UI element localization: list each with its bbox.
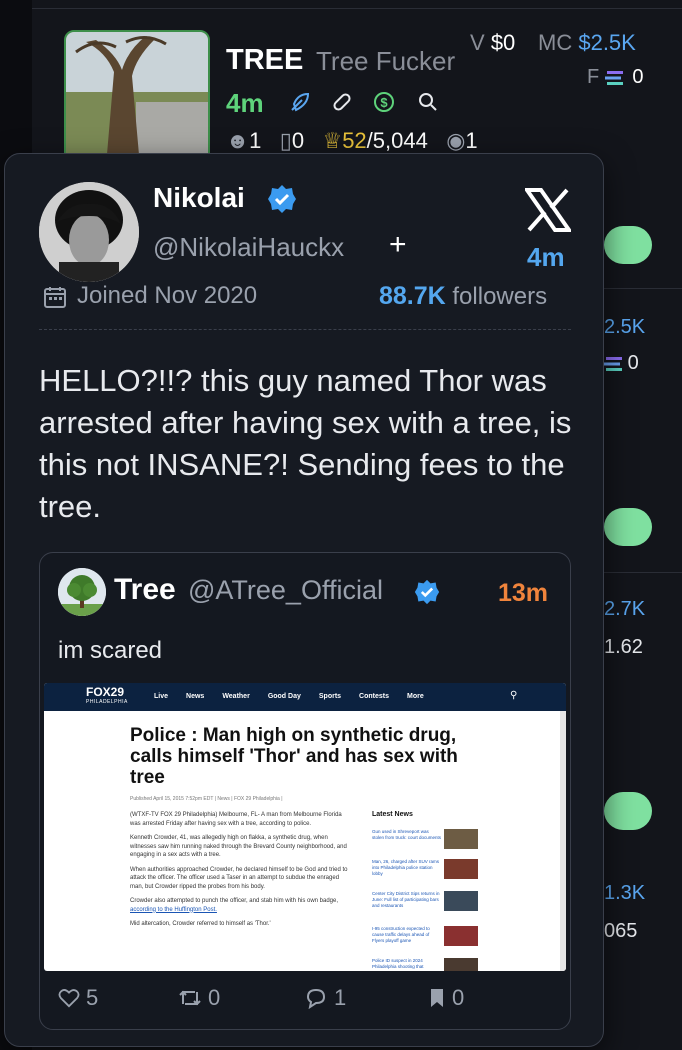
verified-badge-icon: [268, 185, 296, 213]
fee-value: 065: [604, 920, 638, 942]
tweet-body-text: HELLO?!!? this guy named Thor was arrest…: [39, 363, 572, 524]
holders-icon: ☻: [226, 128, 250, 153]
article-headline: Police : Man high on synthetic drug, cal…: [130, 725, 458, 788]
volume-stat: V $0: [470, 30, 516, 55]
tweet-preview-card[interactable]: Nikolai @NikolaiHauckx + 4m Joined Nov 2…: [4, 153, 604, 1047]
quoted-author-name[interactable]: Tree: [114, 573, 176, 607]
svg-text:$: $: [380, 95, 388, 110]
quoted-tweet-text: im scared: [58, 637, 163, 664]
bookmark-button[interactable]: 0: [428, 985, 464, 1011]
divider: [39, 329, 571, 330]
like-button[interactable]: 5: [58, 985, 98, 1011]
token-image[interactable]: [64, 30, 210, 164]
joined-date: Joined Nov 2020: [77, 282, 258, 309]
followers-count: 88.7K followers: [379, 282, 548, 310]
author-avatar[interactable]: [39, 182, 139, 282]
token-name: Tree Fucker: [316, 46, 456, 76]
row-divider: [32, 8, 682, 9]
quoted-tweet[interactable]: Tree @ATree_Official 13m im scared FOX29…: [39, 552, 571, 1030]
article-screenshot[interactable]: FOX29 PHILADELPHIA Live News Weather Good Da…: [44, 683, 566, 971]
search-icon: ⚲: [510, 690, 518, 701]
article-meta: Published April 15, 2015 7:52pm EDT | Ne…: [130, 796, 283, 802]
reply-button[interactable]: 1: [304, 985, 346, 1011]
quick-buy-button[interactable]: [604, 226, 652, 264]
market-cap-value: 1.3K: [604, 882, 646, 904]
token-ticker: TREE: [226, 44, 304, 76]
quoted-author-avatar[interactable]: [58, 568, 106, 616]
tweet-time: 4m: [527, 242, 565, 272]
article-nav-links: Live News Weather Good Day Sports Contests Mor…: [154, 693, 424, 700]
search-icon[interactable]: [416, 90, 440, 114]
market-cap-stat: MC $2.5K: [538, 30, 636, 55]
reply-icon: [306, 988, 326, 1009]
eye-icon: ◉: [446, 128, 466, 153]
token-stats-row: ☻1 ▯0 ♕52/5,044 ◉1: [226, 128, 478, 153]
solana-icon: [604, 356, 622, 371]
token-age: 4m: [226, 88, 264, 118]
article-body: (WTXF-TV FOX 29 Philadelphia) Melbourne,…: [130, 812, 348, 927]
latest-news-heading: Latest News: [372, 811, 413, 818]
retweet-icon: [179, 990, 201, 1006]
retweet-button[interactable]: 0: [178, 985, 220, 1011]
solana-icon: [604, 70, 623, 85]
quick-buy-button[interactable]: [604, 508, 652, 546]
dollar-cycle-icon[interactable]: $: [372, 90, 396, 114]
quoted-tweet-time: 13m: [498, 579, 549, 607]
x-logo-icon[interactable]: [525, 188, 571, 232]
link-icon[interactable]: [330, 90, 354, 114]
fee-stat: F 0: [587, 66, 644, 88]
author-name[interactable]: Nikolai: [153, 182, 245, 214]
crown-icon: ♕: [322, 128, 343, 153]
quick-buy-button[interactable]: [604, 792, 652, 830]
tweet-action-bar: 5 0 1 0: [40, 985, 570, 1015]
fee-value: 1.62: [604, 636, 643, 658]
verified-badge-icon: [414, 579, 440, 605]
candles-icon: ▯: [279, 128, 292, 153]
feather-icon[interactable]: [288, 90, 312, 114]
scrollbar: [560, 711, 566, 971]
calendar-icon: [44, 287, 66, 308]
market-cap-value: 2.7K: [604, 598, 646, 620]
follow-plus-button[interactable]: +: [389, 228, 407, 262]
quoted-author-handle[interactable]: @ATree_Official: [188, 575, 383, 606]
article-nav-bar: FOX29 PHILADELPHIA Live News Weather Good Da…: [44, 683, 566, 711]
heart-icon: [58, 989, 80, 1008]
fox29-logo: FOX29 PHILADELPHIA: [86, 685, 128, 705]
author-handle[interactable]: @NikolaiHauckx: [153, 232, 344, 263]
fee-value: 0: [604, 352, 639, 375]
market-cap-value: 2.5K: [604, 316, 646, 338]
bookmark-icon: [431, 989, 443, 1007]
